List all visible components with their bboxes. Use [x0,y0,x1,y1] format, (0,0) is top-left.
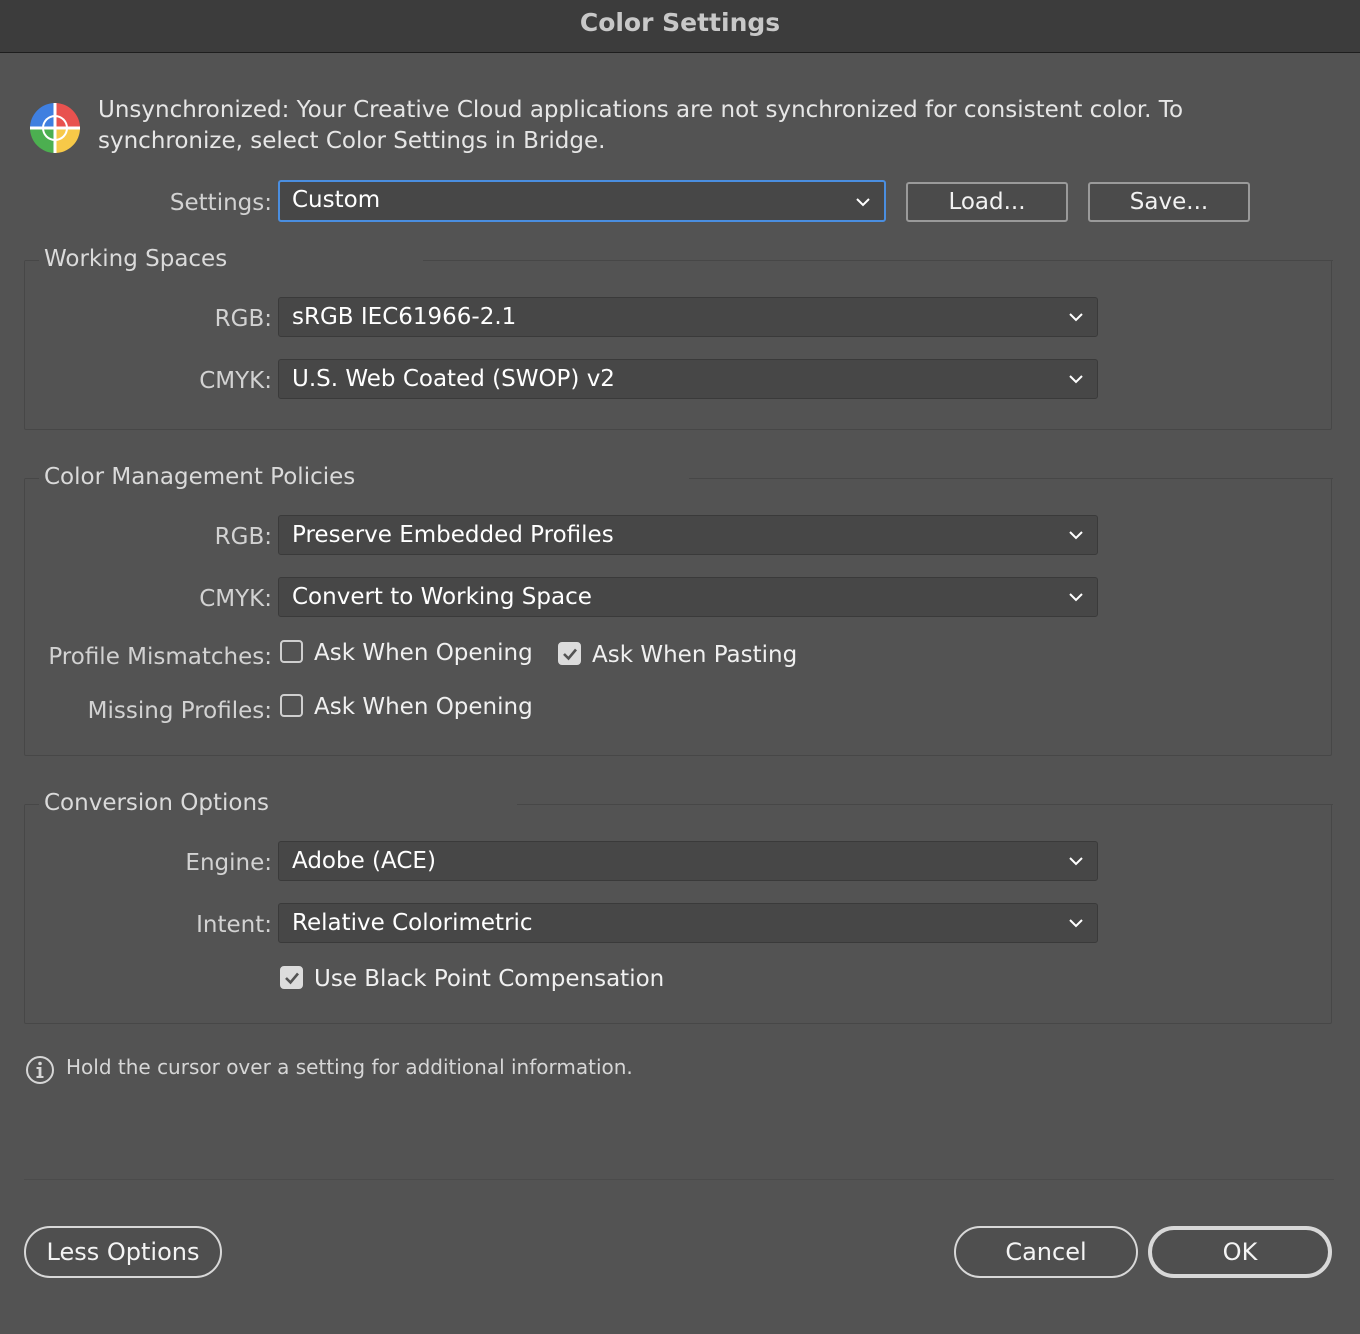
ws-rgb-value: sRGB IEC61966-2.1 [292,304,517,330]
window-title: Color Settings [579,8,781,37]
cmp-cmyk-dropdown[interactable]: Convert to Working Space [278,577,1098,617]
intent-dropdown[interactable]: Relative Colorimetric [278,903,1098,943]
load-button[interactable]: Load... [906,182,1068,222]
cmp-cmyk-label: CMYK: [199,586,272,612]
intent-value: Relative Colorimetric [292,910,533,936]
mismatch-ask-pasting-label[interactable]: Ask When Pasting [592,640,797,670]
engine-label: Engine: [185,850,272,876]
engine-value: Adobe (ACE) [292,848,436,874]
cmp-rgb-value: Preserve Embedded Profiles [292,522,614,548]
engine-dropdown[interactable]: Adobe (ACE) [278,841,1098,881]
ok-button[interactable]: OK [1148,1226,1332,1278]
policies-title: Color Management Policies [44,464,356,490]
hint-text: Hold the cursor over a setting for addit… [66,1055,633,1079]
black-point-compensation-checkbox[interactable] [280,966,303,989]
black-point-compensation-label[interactable]: Use Black Point Compensation [314,964,664,994]
settings-dropdown[interactable]: Custom [278,180,886,222]
ws-cmyk-label: CMYK: [199,368,272,394]
settings-label: Settings: [169,190,272,216]
missing-ask-opening-label[interactable]: Ask When Opening [314,692,533,722]
missing-ask-opening-checkbox[interactable] [280,694,303,717]
save-button[interactable]: Save... [1088,182,1250,222]
ws-rgb-label: RGB: [214,306,272,332]
less-options-button[interactable]: Less Options [24,1226,222,1278]
title-bar: Color Settings [0,0,1360,53]
info-icon [25,1055,55,1085]
ws-rgb-dropdown[interactable]: sRGB IEC61966-2.1 [278,297,1098,337]
chevron-down-icon [1069,531,1083,540]
profile-mismatches-label: Profile Mismatches: [48,644,272,670]
checkmark-icon [563,648,577,661]
cmp-rgb-label: RGB: [214,524,272,550]
ws-cmyk-dropdown[interactable]: U.S. Web Coated (SWOP) v2 [278,359,1098,399]
chevron-down-icon [856,198,870,207]
mismatch-ask-opening-checkbox[interactable] [280,640,303,663]
settings-value: Custom [292,187,381,213]
chevron-down-icon [1069,857,1083,866]
mismatch-ask-pasting-checkbox[interactable] [558,642,581,665]
footer-divider [24,1179,1334,1180]
cancel-button[interactable]: Cancel [954,1226,1138,1278]
mismatch-ask-opening-label[interactable]: Ask When Opening [314,638,533,668]
cmp-cmyk-value: Convert to Working Space [292,584,592,610]
ws-cmyk-value: U.S. Web Coated (SWOP) v2 [292,366,615,392]
chevron-down-icon [1069,593,1083,602]
chevron-down-icon [1069,375,1083,384]
conversion-title: Conversion Options [44,790,270,816]
working-spaces-group [24,260,1333,430]
missing-profiles-label: Missing Profiles: [87,698,272,724]
intent-label: Intent: [196,912,272,938]
working-spaces-title: Working Spaces [44,246,228,272]
checkmark-icon [285,972,299,985]
cmp-rgb-dropdown[interactable]: Preserve Embedded Profiles [278,515,1098,555]
sync-message: Unsynchronized: Your Creative Cloud appl… [98,97,1184,154]
color-sync-icon [26,99,84,157]
chevron-down-icon [1069,313,1083,322]
chevron-down-icon [1069,919,1083,928]
